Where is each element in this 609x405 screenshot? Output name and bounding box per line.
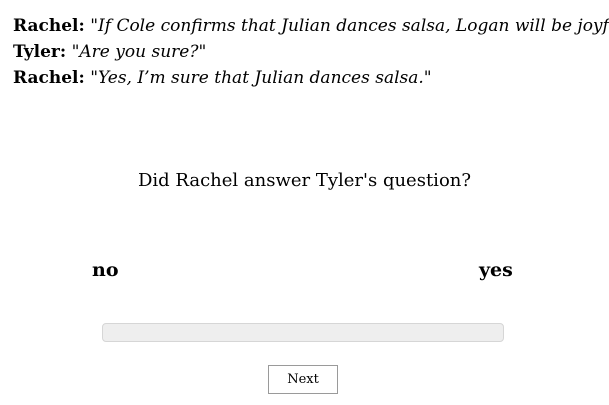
dialogue-line-3: Rachel: "Yes, I’m sure that Julian dance… bbox=[13, 65, 609, 91]
open-quote: " bbox=[84, 68, 99, 88]
speaker-name: Tyler: bbox=[13, 42, 67, 62]
speaker-name: Rachel: bbox=[13, 68, 85, 88]
question-prompt: Did Rachel answer Tyler's question? bbox=[137, 170, 472, 191]
utterance-text: Are you sure? bbox=[79, 42, 199, 62]
next-button[interactable]: Next bbox=[268, 365, 338, 394]
scale-label-no: no bbox=[92, 259, 119, 281]
open-quote: " bbox=[66, 42, 80, 62]
open-quote: " bbox=[84, 16, 99, 36]
utterance-text: If Cole confirms that Julian dances sals… bbox=[98, 16, 609, 36]
dialogue-line-1: Rachel: "If Cole confirms that Julian da… bbox=[13, 13, 609, 39]
utterance-text: Yes, I’m sure that Julian dances salsa. bbox=[98, 68, 424, 88]
dialogue-line-2: Tyler: "Are you sure?" bbox=[13, 39, 609, 65]
dialogue: Rachel: "If Cole confirms that Julian da… bbox=[13, 13, 609, 91]
scale-label-yes: yes bbox=[479, 259, 513, 281]
close-quote: " bbox=[423, 68, 432, 88]
trial-page: Rachel: "If Cole confirms that Julian da… bbox=[0, 0, 609, 405]
response-slider[interactable] bbox=[102, 323, 504, 342]
speaker-name: Rachel: bbox=[13, 16, 85, 36]
close-quote: " bbox=[198, 42, 207, 62]
